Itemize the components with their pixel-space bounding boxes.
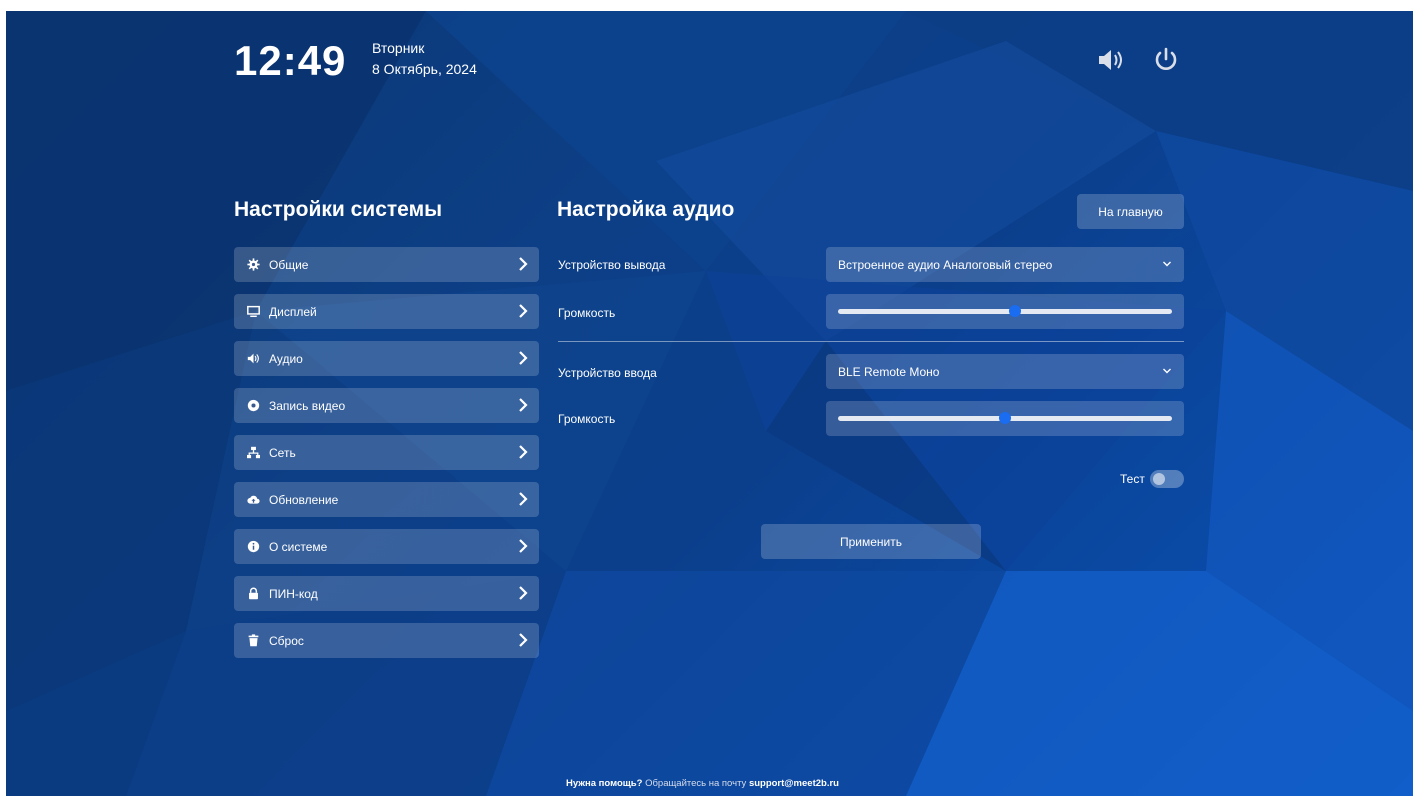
input-device-value: BLE Remote Моно [838,364,940,379]
sidebar-item-label: Обновление [269,492,339,507]
chevron-right-icon [519,586,528,600]
sidebar-item-label: Запись видео [269,398,346,413]
apply-button[interactable]: Применить [761,524,981,559]
sidebar-item-label: Дисплей [269,304,317,319]
monitor-icon [247,305,260,318]
sidebar-item-label: Аудио [269,351,303,366]
date-label: 8 Октябрь, 2024 [372,61,477,77]
output-device-label: Устройство вывода [558,258,666,272]
cloud-upload-icon [247,493,260,506]
support-email-link[interactable]: support@meet2b.ru [749,778,839,789]
chevron-right-icon [519,445,528,459]
slider-track[interactable] [838,412,1172,424]
sidebar-item-label: О системе [269,539,328,554]
section-divider [558,341,1184,342]
polygon-background [6,11,1413,796]
speaker-icon [247,352,260,365]
network-icon [247,446,260,459]
chevron-right-icon [519,492,528,506]
slider-thumb[interactable] [999,412,1011,424]
record-icon [247,399,260,412]
toggle-knob [1153,473,1165,485]
footer-help: Нужна помощь? Обращайтесь на почту suppo… [566,778,839,789]
weekday-label: Вторник [372,40,425,56]
sidebar-item-update[interactable]: Обновление [234,482,539,517]
output-volume-slider[interactable] [826,294,1184,329]
settings-screen: 12:49 Вторник 8 Октябрь, 2024 Настройки … [6,11,1413,796]
output-volume-label: Громкость [558,306,616,320]
trash-icon [247,634,260,647]
sidebar-title: Настройки системы [234,198,443,221]
chevron-right-icon [519,257,528,271]
input-volume-label: Громкость [558,412,616,426]
power-icon[interactable] [1149,47,1183,73]
chevron-right-icon [519,398,528,412]
input-device-label: Устройство ввода [558,366,657,380]
chevron-right-icon [519,633,528,647]
output-device-select[interactable]: Встроенное аудио Аналоговый стерео [826,247,1184,282]
test-toggle[interactable] [1150,470,1184,488]
home-button[interactable]: На главную [1077,194,1184,229]
output-device-value: Встроенное аудио Аналоговый стерео [838,257,1053,272]
sidebar-item-pin-code[interactable]: ПИН-код [234,576,539,611]
chevron-down-icon [1163,261,1171,267]
sidebar-item-network[interactable]: Сеть [234,435,539,470]
chevron-down-icon [1163,368,1171,374]
info-icon [247,540,260,553]
sidebar-item-display[interactable]: Дисплей [234,294,539,329]
chevron-right-icon [519,304,528,318]
sidebar-item-reset[interactable]: Сброс [234,623,539,658]
sidebar-item-label: Сброс [269,633,304,648]
test-label: Тест [1120,472,1145,486]
audio-settings-title: Настройка аудио [557,198,735,221]
input-volume-slider[interactable] [826,401,1184,436]
lock-icon [247,587,260,600]
clock-time: 12:49 [234,37,347,84]
footer-help-bold: Нужна помощь? [566,778,643,789]
sidebar-item-general[interactable]: Общие [234,247,539,282]
footer-help-text: Обращайтесь на почту [642,778,749,789]
slider-track[interactable] [838,305,1172,317]
sidebar-item-label: ПИН-код [269,586,318,601]
sidebar-item-about[interactable]: О системе [234,529,539,564]
sidebar-item-audio[interactable]: Аудио [234,341,539,376]
chevron-right-icon [519,351,528,365]
input-device-select[interactable]: BLE Remote Моно [826,354,1184,389]
volume-icon[interactable] [1096,47,1130,73]
sidebar-item-label: Общие [269,257,309,272]
gear-icon [247,258,260,271]
sidebar-item-label: Сеть [269,445,296,460]
slider-thumb[interactable] [1009,305,1022,317]
sidebar-item-video-recording[interactable]: Запись видео [234,388,539,423]
chevron-right-icon [519,539,528,553]
